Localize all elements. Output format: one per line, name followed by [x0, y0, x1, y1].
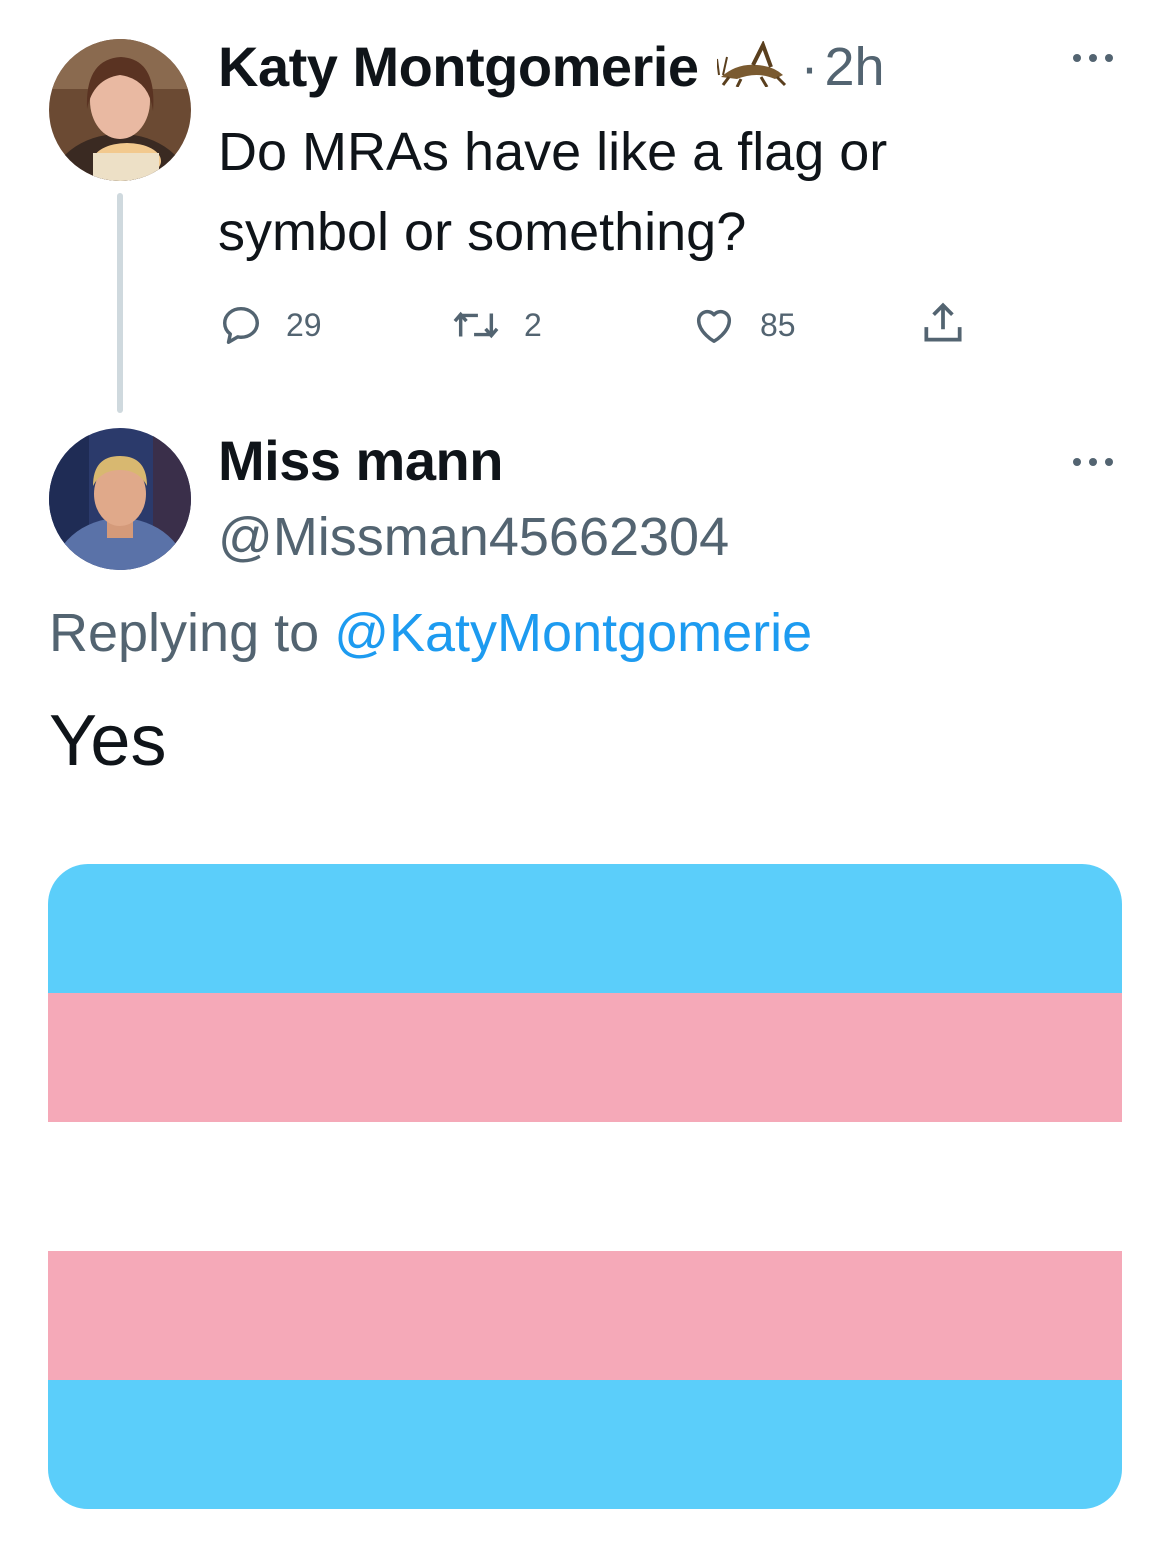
- like-count: 85: [760, 306, 796, 343]
- share-icon[interactable]: [918, 298, 968, 353]
- flag-image[interactable]: [48, 864, 1122, 1509]
- reply-icon: [218, 302, 264, 348]
- more-icon[interactable]: [1069, 452, 1117, 477]
- reply-count: 29: [286, 306, 322, 343]
- retweet-count: 2: [524, 306, 542, 343]
- flag-stripe: [48, 1251, 1122, 1380]
- tweet-text: Do MRAs have like a flag or symbol or so…: [218, 122, 888, 262]
- tweet-header: Katy Montgomerie · 2h: [218, 34, 885, 99]
- reply-author-name[interactable]: Miss mann: [218, 428, 503, 493]
- retweet-icon: [450, 302, 502, 348]
- cricket-icon: [715, 39, 789, 92]
- timestamp[interactable]: 2h: [824, 36, 884, 98]
- like-action[interactable]: 85: [690, 302, 796, 348]
- avatar-katy[interactable]: [49, 39, 191, 181]
- replying-to-link[interactable]: @KatyMontgomerie: [334, 603, 812, 663]
- separator-dot: ·: [800, 36, 819, 97]
- more-icon[interactable]: [1069, 48, 1117, 73]
- retweet-action[interactable]: 2: [450, 302, 542, 348]
- heart-icon: [690, 302, 738, 348]
- flag-stripe: [48, 864, 1122, 993]
- author-name[interactable]: Katy Montgomerie: [218, 34, 699, 99]
- reply-action[interactable]: 29: [218, 302, 322, 348]
- replying-prefix: Replying to: [49, 603, 320, 663]
- replying-to: Replying to @KatyMontgomerie: [49, 602, 812, 664]
- reply-handle[interactable]: @Missman45662304: [218, 506, 729, 568]
- flag-stripe: [48, 993, 1122, 1122]
- thread-line: [117, 193, 123, 413]
- flag-stripe: [48, 1380, 1122, 1509]
- reply-text: Yes: [49, 701, 167, 781]
- avatar-miss-mann[interactable]: [49, 428, 191, 570]
- flag-stripe: [48, 1122, 1122, 1251]
